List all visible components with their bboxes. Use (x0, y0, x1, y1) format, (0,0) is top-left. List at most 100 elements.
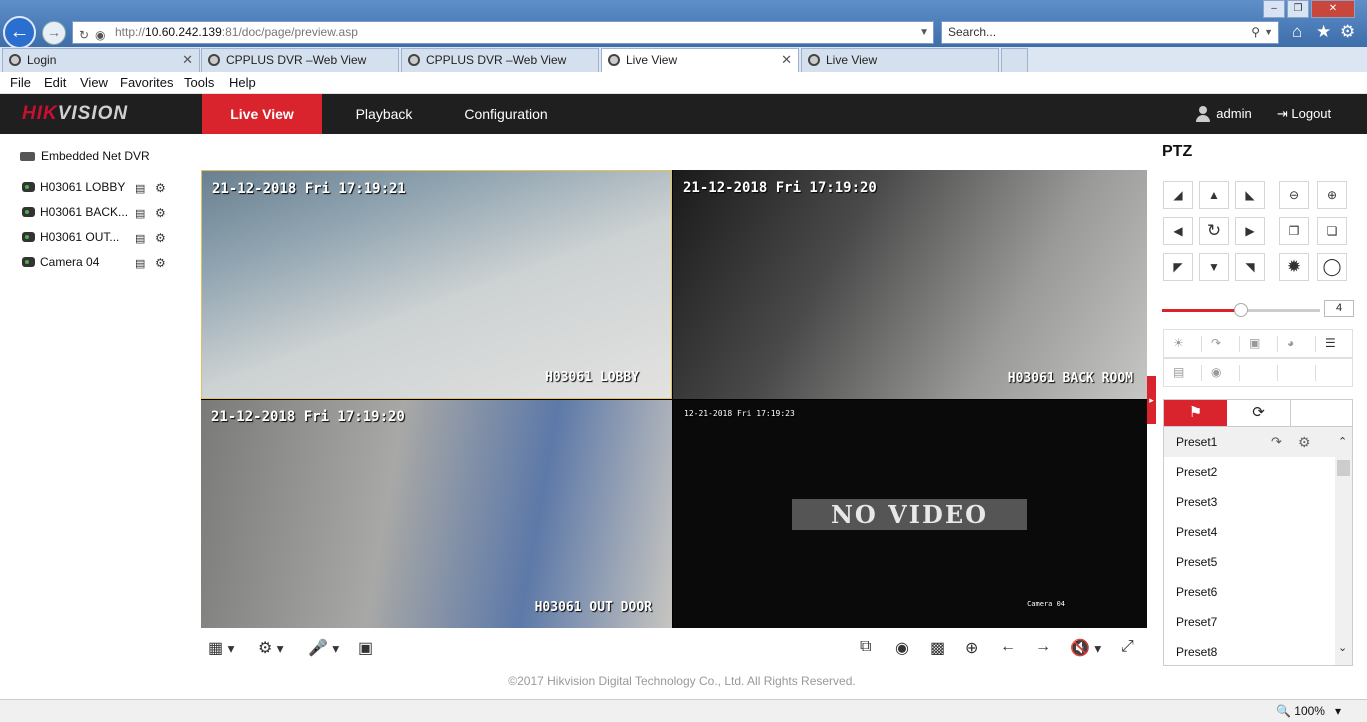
scroll-up-icon[interactable]: ⌃ (1338, 435, 1347, 448)
search-box[interactable]: Search... ⚲ ▼ (941, 21, 1279, 44)
tab-close-icon[interactable]: ✕ (182, 49, 193, 71)
light-icon[interactable]: ☀ (1173, 336, 1184, 350)
dvr-root[interactable]: Embedded Net DVR (20, 149, 150, 163)
call-preset-icon[interactable]: ↷ (1271, 427, 1282, 457)
tab-login[interactable]: Login ✕ (2, 48, 200, 72)
menu-icon[interactable]: ☰ (1325, 336, 1336, 350)
stop-all-icon[interactable]: ⧉ (860, 638, 871, 656)
video-cell-camera-04[interactable]: 12-21-2018 Fri 17:19:23 NO VIDEO Camera … (673, 400, 1147, 628)
new-tab-button[interactable] (1001, 48, 1028, 72)
ptz-left-down-icon[interactable]: ◤ (1163, 253, 1193, 281)
ptz-auto-icon[interactable]: ↻ (1199, 217, 1229, 245)
ptz-right-down-icon[interactable]: ◥ (1235, 253, 1265, 281)
slider-knob[interactable] (1234, 303, 1248, 317)
video-wall-icon[interactable]: ▣ (358, 638, 373, 658)
zoom-level[interactable]: 🔍 100% ▾ (1276, 704, 1341, 718)
back-arrow-icon[interactable]: ← (3, 16, 36, 49)
camera-item[interactable]: H03061 BACK... ▤ ⚙ (22, 204, 182, 222)
audio-mute-icon[interactable]: 🔇 ▾ (1070, 638, 1101, 658)
address-bar[interactable]: ↻ ◉ http://10.60.242.139:81/doc/page/pre… (72, 21, 934, 44)
record-icon[interactable]: ▤ (135, 206, 145, 222)
ptz-down-icon[interactable]: ▼ (1199, 253, 1229, 281)
window-layout-icon[interactable]: ▦ ▾ (208, 638, 234, 658)
patrol-cycle-icon[interactable]: ⟳ (1227, 400, 1290, 426)
preset-item[interactable]: Preset6 (1164, 577, 1336, 607)
zoom-out-icon[interactable]: ⊖ (1279, 181, 1309, 209)
manual-tracking-icon[interactable]: ▤ (1173, 365, 1184, 379)
preset-item[interactable]: Preset1 ↷ ⚙ (1164, 427, 1336, 457)
next-page-icon[interactable]: → (1035, 638, 1051, 656)
menu-help[interactable]: Help (229, 75, 256, 90)
zoom-in-icon[interactable]: ⊕ (1317, 181, 1347, 209)
address-dropdown-icon[interactable]: ▼ (919, 22, 929, 43)
ptz-left-up-icon[interactable]: ◢ (1163, 181, 1193, 209)
set-preset-gear-icon[interactable]: ⚙ (1298, 427, 1311, 457)
menu-edit[interactable]: Edit (44, 75, 66, 90)
forward-arrow-icon[interactable]: → (42, 21, 66, 45)
preset-item[interactable]: Preset8 (1164, 637, 1336, 665)
scroll-down-icon[interactable]: ⌄ (1338, 641, 1347, 654)
ptz-left-icon[interactable]: ◀ (1163, 217, 1193, 245)
microphone-icon[interactable]: 🎤 ▾ (308, 638, 339, 658)
ptz-right-up-icon[interactable]: ◣ (1235, 181, 1265, 209)
focus-far-icon[interactable]: ❏ (1317, 217, 1347, 245)
tab-close-icon[interactable]: ✕ (781, 49, 792, 71)
ptz-up-icon[interactable]: ▲ (1199, 181, 1229, 209)
preset-scrollbar[interactable]: ⌃ ⌄ (1335, 427, 1352, 665)
camera-item[interactable]: Camera 04 ▤ ⚙ (22, 254, 182, 272)
nav-configuration[interactable]: Configuration (450, 94, 562, 134)
video-cell-out-door[interactable]: 21-12-2018 Fri 17:19:20 H03061 OUT DOOR (201, 400, 672, 628)
stream-icon[interactable]: ⚙ (155, 230, 166, 246)
record-icon[interactable]: ▤ (135, 231, 145, 247)
tab-cpplus-1[interactable]: CPPLUS DVR –Web View (201, 48, 399, 72)
preset-item[interactable]: Preset3 (1164, 487, 1336, 517)
search-dropdown-icon[interactable]: ▼ (1264, 22, 1273, 43)
pattern-tab[interactable] (1290, 400, 1353, 426)
lens-init-icon[interactable]: ◕ (1287, 336, 1294, 350)
record-icon[interactable]: ▤ (135, 181, 145, 197)
record-icon[interactable]: ▤ (135, 256, 145, 272)
prev-page-icon[interactable]: ← (1000, 638, 1016, 656)
favorites-star-icon[interactable]: ★ (1316, 22, 1331, 42)
tab-live-view-active[interactable]: Live View ✕ (601, 48, 799, 72)
collapse-panel-arrow-icon[interactable]: ▸ (1147, 376, 1156, 424)
preset-item[interactable]: Preset4 (1164, 517, 1336, 547)
wiper-icon[interactable]: ↷ (1211, 336, 1221, 350)
search-icon[interactable]: ⚲ (1251, 22, 1260, 43)
ptz-speed-slider[interactable] (1162, 303, 1320, 317)
digital-zoom-icon[interactable]: ⊕ (965, 638, 978, 658)
tab-live-view[interactable]: Live View (801, 48, 999, 72)
camera-item[interactable]: H03061 OUT... ▤ ⚙ (22, 229, 182, 247)
stream-icon[interactable]: ⚙ (155, 255, 166, 271)
nav-live-view[interactable]: Live View (202, 94, 322, 134)
auxiliary-focus-icon[interactable]: ▣ (1249, 336, 1260, 350)
stream-icon[interactable]: ⚙ (155, 180, 166, 196)
menu-tools[interactable]: Tools (184, 75, 214, 90)
refresh-icon[interactable]: ↻ (79, 25, 89, 46)
tab-cpplus-2[interactable]: CPPLUS DVR –Web View (401, 48, 599, 72)
menu-file[interactable]: File (10, 75, 31, 90)
menu-favorites[interactable]: Favorites (120, 75, 173, 90)
preset-item[interactable]: Preset2 (1164, 457, 1336, 487)
video-cell-lobby[interactable]: 21-12-2018 Fri 17:19:21 H03061 LOBBY (201, 170, 672, 399)
video-cell-back-room[interactable]: 21-12-2018 Fri 17:19:20 H03061 BACK ROOM (673, 170, 1147, 399)
nav-playback[interactable]: Playback (336, 94, 432, 134)
camera-item[interactable]: H03061 LOBBY ▤ ⚙ (22, 179, 182, 197)
iris-open-icon[interactable]: ✹ (1279, 253, 1309, 281)
restore-button[interactable]: ❐ (1287, 0, 1309, 18)
scroll-thumb[interactable] (1337, 460, 1350, 476)
stream-icon[interactable]: ⚙ (155, 205, 166, 221)
stream-type-icon[interactable]: ⚙ ▾ (258, 638, 284, 658)
focus-near-icon[interactable]: ❐ (1279, 217, 1309, 245)
home-icon[interactable]: ⌂ (1292, 22, 1302, 42)
close-window-button[interactable]: ✕ (1311, 0, 1355, 18)
iris-close-icon[interactable]: ◯ (1317, 253, 1347, 281)
ptz-right-icon[interactable]: ▶ (1235, 217, 1265, 245)
preset-item[interactable]: Preset7 (1164, 607, 1336, 637)
logout-link[interactable]: ⇥ Logout (1272, 94, 1336, 134)
fullscreen-icon[interactable]: ⤢ (1121, 638, 1134, 656)
minimize-button[interactable]: – (1263, 0, 1285, 18)
preset-item[interactable]: Preset5 (1164, 547, 1336, 577)
preset-flag-icon[interactable]: ⚑ (1164, 400, 1227, 426)
3d-positioning-icon[interactable]: ◉ (1211, 365, 1221, 379)
